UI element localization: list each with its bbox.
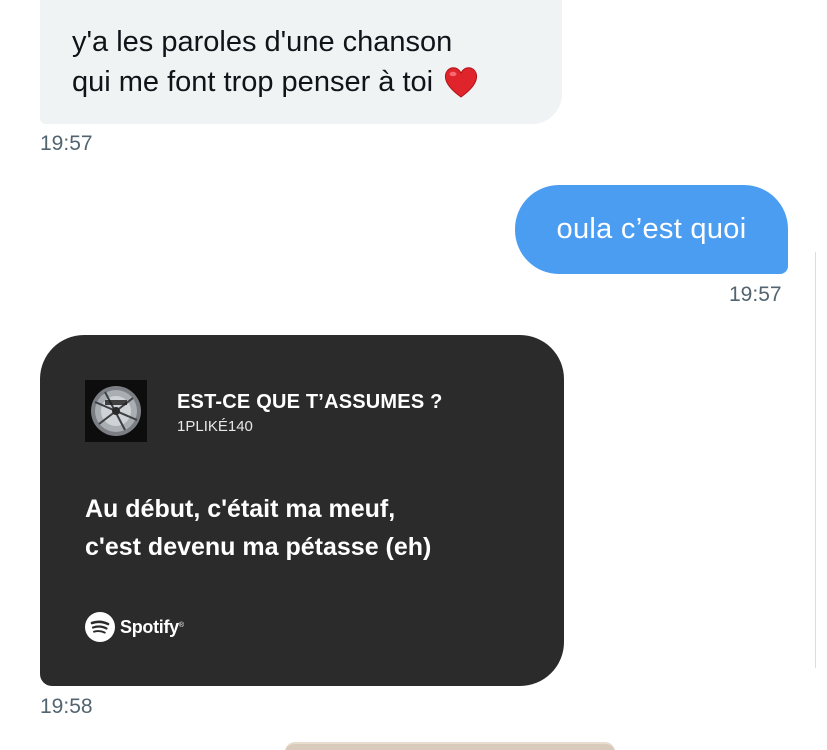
spotify-lyrics-card[interactable]: EST-CE QUE T’ASSUMES ? 1PLIKÉ140 Au débu… [40, 335, 564, 686]
track-title: EST-CE QUE T’ASSUMES ? [177, 391, 443, 413]
message-text-line: y'a les paroles d'une chanson [72, 26, 453, 58]
message-text: oula c’est quoi [556, 213, 747, 245]
lyrics-line: c'est devenu ma pétasse (eh) [85, 533, 432, 561]
message-timestamp: 19:58 [40, 695, 93, 718]
scrollbar[interactable] [815, 252, 827, 668]
spotify-wordmark: Spotify [120, 616, 179, 637]
spotify-icon [85, 612, 115, 642]
registered-mark: ® [178, 621, 184, 629]
next-message-image-preview[interactable] [285, 742, 615, 750]
outgoing-message-bubble[interactable]: oula c’est quoi [515, 185, 788, 274]
incoming-message-bubble[interactable]: y'a les paroles d'une chanson qui me fon… [40, 0, 562, 124]
spotify-logo: Spotify® [85, 612, 184, 642]
heart-icon [445, 67, 478, 98]
message-timestamp: 19:57 [729, 283, 782, 306]
track-artist: 1PLIKÉ140 [177, 418, 253, 435]
lyrics-text: Au début, c'était ma meuf, c'est devenu … [85, 490, 431, 566]
lyrics-line: Au début, c'était ma meuf, [85, 495, 396, 523]
message-text-line: qui me font trop penser à toi [72, 66, 434, 98]
album-art-image [85, 380, 147, 442]
message-timestamp: 19:57 [40, 132, 93, 155]
